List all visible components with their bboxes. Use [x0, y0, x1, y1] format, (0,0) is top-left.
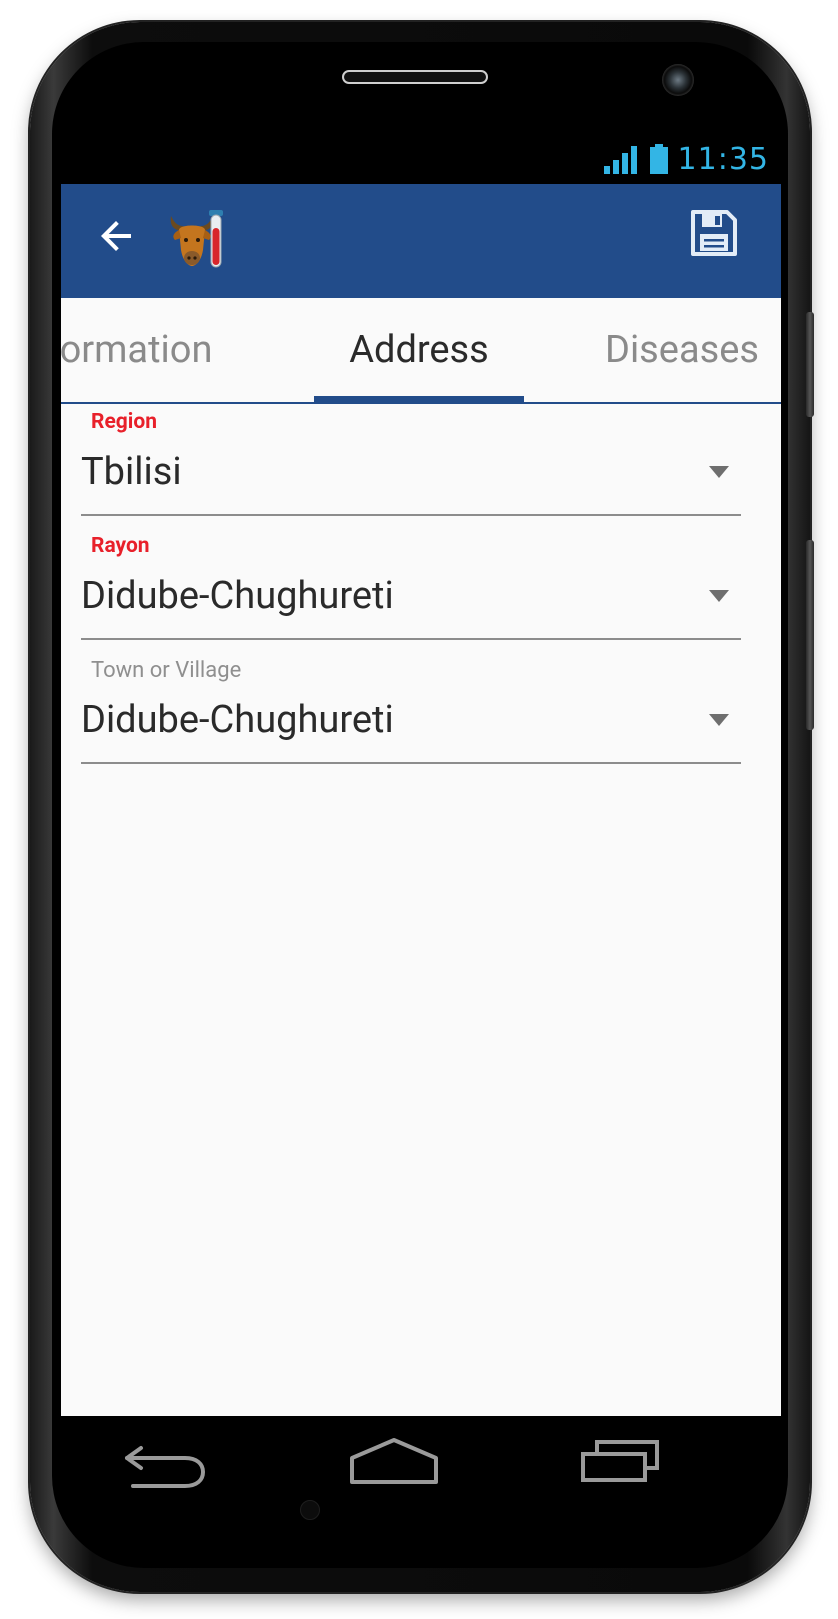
tab-strip: ormation Address Diseases — [61, 298, 781, 404]
app-screen: 11:35 ormation Address Diseases Region T… — [61, 134, 781, 1416]
signal-icon — [603, 146, 637, 174]
rayon-label: Rayon — [91, 534, 150, 558]
power-button — [806, 540, 814, 730]
back-nav-icon[interactable] — [121, 1444, 209, 1490]
rayon-field[interactable]: Rayon Didube-Chughureti — [81, 534, 741, 644]
rayon-underline — [81, 638, 741, 640]
chevron-down-icon[interactable] — [709, 714, 729, 726]
region-field[interactable]: Region Tbilisi — [81, 410, 741, 520]
tab-diseases[interactable]: Diseases — [605, 298, 781, 402]
volume-button — [806, 312, 814, 417]
town-value[interactable]: Didube-Chughureti — [81, 698, 394, 742]
tab-label: ormation — [61, 328, 213, 372]
status-time: 11:35 — [677, 141, 769, 177]
front-camera — [662, 64, 694, 96]
bull-test-tube-icon — [170, 210, 223, 268]
home-nav-icon[interactable] — [346, 1436, 442, 1486]
status-bar: 11:35 — [61, 134, 781, 184]
status-icons: 11:35 — [603, 140, 769, 178]
app-toolbar — [61, 184, 781, 298]
recents-nav-icon[interactable] — [579, 1436, 663, 1484]
town-underline — [81, 762, 741, 764]
rayon-value[interactable]: Didube-Chughureti — [81, 574, 394, 618]
tab-label: Address — [349, 328, 489, 372]
region-label: Region — [91, 410, 157, 434]
battery-icon — [649, 144, 668, 174]
region-underline — [81, 514, 741, 516]
town-field[interactable]: Town or Village Didube-Chughureti — [81, 658, 741, 768]
region-value[interactable]: Tbilisi — [81, 450, 182, 494]
earpiece-speaker — [342, 70, 488, 84]
town-label: Town or Village — [91, 658, 242, 683]
floppy-disk-icon[interactable] — [689, 208, 739, 258]
tab-information[interactable]: ormation — [61, 298, 221, 402]
tab-indicator — [314, 396, 524, 402]
tab-address[interactable]: Address — [314, 298, 524, 402]
system-nav-bar — [61, 1416, 781, 1526]
tab-label: Diseases — [605, 328, 759, 372]
arrow-left-icon[interactable] — [93, 212, 141, 260]
chevron-down-icon[interactable] — [709, 590, 729, 602]
chevron-down-icon[interactable] — [709, 466, 729, 478]
